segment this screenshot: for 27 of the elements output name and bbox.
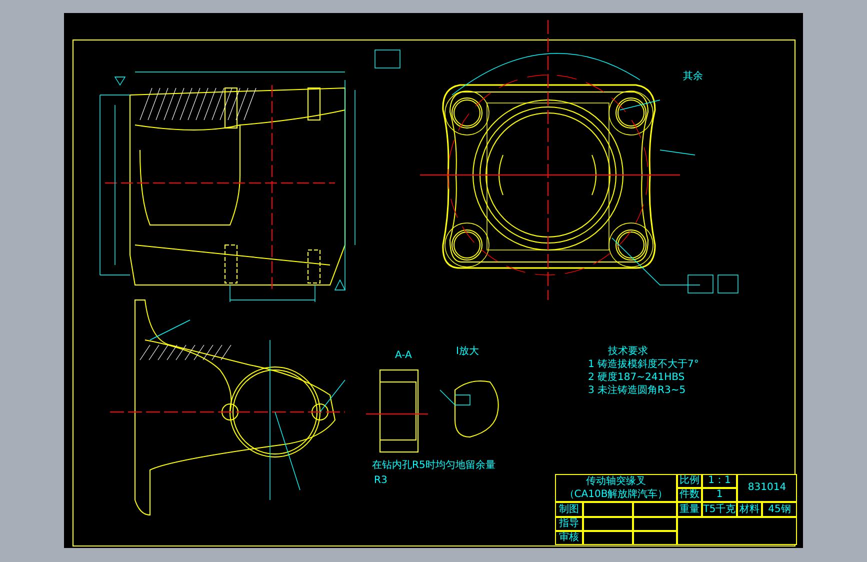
field-value: 45钢: [762, 502, 797, 517]
field-label: 重量: [677, 502, 702, 517]
empty-cell: [633, 517, 677, 531]
empty-cell: [583, 517, 633, 531]
drawing-number: 831014: [737, 474, 797, 502]
drawing-note: A-A: [395, 351, 412, 361]
drawing-note: 在钻内孔R5时均匀地留余量: [372, 461, 496, 471]
empty-cell: [633, 531, 677, 545]
field-value: T5千克: [702, 502, 737, 517]
requirement-text: 2 硬度187~241HBS: [588, 373, 686, 383]
field-label: 材料: [737, 502, 762, 517]
field-value: 1：1: [702, 474, 737, 488]
drawing-note: R3: [374, 476, 388, 486]
role-label: 制图: [555, 502, 583, 517]
vehicle-name: （CA10B解放牌汽车）: [564, 490, 668, 500]
field-label: 件数: [677, 488, 702, 502]
requirement-text: 1 铸造拔模斜度不大于7°: [588, 360, 699, 370]
requirements-title: 技术要求: [607, 347, 649, 357]
drawing-note: I放大: [456, 347, 479, 357]
part-name: 传动轴突缘叉: [586, 476, 646, 486]
drawing-note: 其余: [683, 72, 703, 82]
field-label: 比例: [677, 474, 702, 488]
role-label: 审核: [555, 531, 583, 545]
empty-cell: [583, 531, 633, 545]
field-value: 1: [702, 488, 737, 502]
role-label: 指导: [555, 517, 583, 531]
requirement-text: 3 未注铸造圆角R3~5: [588, 386, 687, 396]
